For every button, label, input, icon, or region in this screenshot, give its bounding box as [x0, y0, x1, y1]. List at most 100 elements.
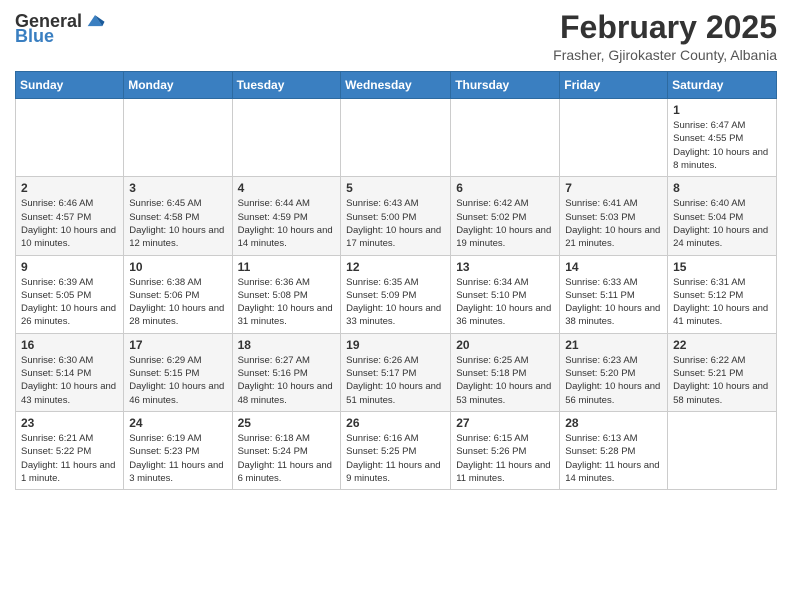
- weekday-header-tuesday: Tuesday: [232, 72, 341, 99]
- day-number: 3: [129, 181, 226, 195]
- day-number: 24: [129, 416, 226, 430]
- day-number: 17: [129, 338, 226, 352]
- day-info: Sunrise: 6:39 AM Sunset: 5:05 PM Dayligh…: [21, 276, 118, 329]
- day-number: 8: [673, 181, 771, 195]
- day-number: 4: [238, 181, 336, 195]
- day-info: Sunrise: 6:46 AM Sunset: 4:57 PM Dayligh…: [21, 197, 118, 250]
- day-info: Sunrise: 6:35 AM Sunset: 5:09 PM Dayligh…: [346, 276, 445, 329]
- day-info: Sunrise: 6:16 AM Sunset: 5:25 PM Dayligh…: [346, 432, 445, 485]
- calendar-cell: [668, 411, 777, 489]
- day-info: Sunrise: 6:31 AM Sunset: 5:12 PM Dayligh…: [673, 276, 771, 329]
- calendar-cell: [124, 99, 232, 177]
- weekday-header-sunday: Sunday: [16, 72, 124, 99]
- day-number: 26: [346, 416, 445, 430]
- calendar-week-row: 16Sunrise: 6:30 AM Sunset: 5:14 PM Dayli…: [16, 333, 777, 411]
- day-info: Sunrise: 6:42 AM Sunset: 5:02 PM Dayligh…: [456, 197, 554, 250]
- calendar-cell: 27 Sunrise: 6:15 AM Sunset: 5:26 PM Dayli…: [451, 411, 560, 489]
- calendar-cell: [560, 99, 668, 177]
- calendar-week-row: 1Sunrise: 6:47 AM Sunset: 4:55 PM Daylig…: [16, 99, 777, 177]
- calendar-cell: 22Sunrise: 6:22 AM Sunset: 5:21 PM Dayli…: [668, 333, 777, 411]
- calendar-cell: 7 Sunrise: 6:41 AM Sunset: 5:03 PM Daylig…: [560, 177, 668, 255]
- weekday-header-row: SundayMondayTuesdayWednesdayThursdayFrid…: [16, 72, 777, 99]
- calendar-cell: 3Sunrise: 6:45 AM Sunset: 4:58 PM Daylig…: [124, 177, 232, 255]
- calendar-cell: 16Sunrise: 6:30 AM Sunset: 5:14 PM Dayli…: [16, 333, 124, 411]
- day-info: Sunrise: 6:34 AM Sunset: 5:10 PM Dayligh…: [456, 276, 554, 329]
- day-info: Sunrise: 6:23 AM Sunset: 5:20 PM Dayligh…: [565, 354, 662, 407]
- calendar-cell: 24 Sunrise: 6:19 AM Sunset: 5:23 PM Dayli…: [124, 411, 232, 489]
- day-number: 15: [673, 260, 771, 274]
- weekday-header-thursday: Thursday: [451, 72, 560, 99]
- day-info: Sunrise: 6:27 AM Sunset: 5:16 PM Dayligh…: [238, 354, 336, 407]
- day-number: 19: [346, 338, 445, 352]
- calendar-table: SundayMondayTuesdayWednesdayThursdayFrid…: [15, 71, 777, 490]
- page-header: General Blue February 2025 Frasher, Gjir…: [15, 10, 777, 63]
- day-info: Sunrise: 6:25 AM Sunset: 5:18 PM Dayligh…: [456, 354, 554, 407]
- day-number: 27: [456, 416, 554, 430]
- title-block: February 2025 Frasher, Gjirokaster Count…: [553, 10, 777, 63]
- calendar-cell: 12Sunrise: 6:35 AM Sunset: 5:09 PM Dayli…: [341, 255, 451, 333]
- calendar-cell: [16, 99, 124, 177]
- day-number: 5: [346, 181, 445, 195]
- weekday-header-saturday: Saturday: [668, 72, 777, 99]
- day-number: 6: [456, 181, 554, 195]
- calendar-cell: 25 Sunrise: 6:18 AM Sunset: 5:24 PM Dayli…: [232, 411, 341, 489]
- calendar-week-row: 2 Sunrise: 6:46 AM Sunset: 4:57 PM Daylig…: [16, 177, 777, 255]
- day-number: 21: [565, 338, 662, 352]
- calendar-week-row: 9 Sunrise: 6:39 AM Sunset: 5:05 PM Daylig…: [16, 255, 777, 333]
- day-number: 13: [456, 260, 554, 274]
- day-number: 9: [21, 260, 118, 274]
- calendar-cell: 21 Sunrise: 6:23 AM Sunset: 5:20 PM Dayli…: [560, 333, 668, 411]
- day-number: 18: [238, 338, 336, 352]
- day-number: 16: [21, 338, 118, 352]
- calendar-cell: 9 Sunrise: 6:39 AM Sunset: 5:05 PM Daylig…: [16, 255, 124, 333]
- calendar-cell: 5 Sunrise: 6:43 AM Sunset: 5:00 PM Daylig…: [341, 177, 451, 255]
- calendar-cell: 18 Sunrise: 6:27 AM Sunset: 5:16 PM Dayli…: [232, 333, 341, 411]
- day-number: 25: [238, 416, 336, 430]
- logo-icon: [84, 10, 106, 32]
- day-info: Sunrise: 6:21 AM Sunset: 5:22 PM Dayligh…: [21, 432, 118, 485]
- location-title: Frasher, Gjirokaster County, Albania: [553, 47, 777, 63]
- calendar-cell: 13 Sunrise: 6:34 AM Sunset: 5:10 PM Dayli…: [451, 255, 560, 333]
- calendar-week-row: 23 Sunrise: 6:21 AM Sunset: 5:22 PM Dayli…: [16, 411, 777, 489]
- day-number: 14: [565, 260, 662, 274]
- calendar-cell: 6 Sunrise: 6:42 AM Sunset: 5:02 PM Daylig…: [451, 177, 560, 255]
- logo-blue: Blue: [15, 26, 54, 47]
- calendar-cell: 4 Sunrise: 6:44 AM Sunset: 4:59 PM Daylig…: [232, 177, 341, 255]
- calendar-cell: 11Sunrise: 6:36 AM Sunset: 5:08 PM Dayli…: [232, 255, 341, 333]
- day-info: Sunrise: 6:13 AM Sunset: 5:28 PM Dayligh…: [565, 432, 662, 485]
- day-number: 22: [673, 338, 771, 352]
- month-title: February 2025: [553, 10, 777, 45]
- calendar-cell: 8 Sunrise: 6:40 AM Sunset: 5:04 PM Daylig…: [668, 177, 777, 255]
- calendar-cell: 19Sunrise: 6:26 AM Sunset: 5:17 PM Dayli…: [341, 333, 451, 411]
- day-number: 23: [21, 416, 118, 430]
- calendar-cell: [451, 99, 560, 177]
- calendar-cell: 28 Sunrise: 6:13 AM Sunset: 5:28 PM Dayli…: [560, 411, 668, 489]
- day-info: Sunrise: 6:43 AM Sunset: 5:00 PM Dayligh…: [346, 197, 445, 250]
- day-info: Sunrise: 6:38 AM Sunset: 5:06 PM Dayligh…: [129, 276, 226, 329]
- day-info: Sunrise: 6:47 AM Sunset: 4:55 PM Dayligh…: [673, 119, 771, 172]
- weekday-header-monday: Monday: [124, 72, 232, 99]
- day-info: Sunrise: 6:41 AM Sunset: 5:03 PM Dayligh…: [565, 197, 662, 250]
- calendar-cell: 15 Sunrise: 6:31 AM Sunset: 5:12 PM Dayli…: [668, 255, 777, 333]
- day-number: 10: [129, 260, 226, 274]
- calendar-cell: 2 Sunrise: 6:46 AM Sunset: 4:57 PM Daylig…: [16, 177, 124, 255]
- day-info: Sunrise: 6:44 AM Sunset: 4:59 PM Dayligh…: [238, 197, 336, 250]
- day-number: 2: [21, 181, 118, 195]
- day-info: Sunrise: 6:15 AM Sunset: 5:26 PM Dayligh…: [456, 432, 554, 485]
- day-number: 7: [565, 181, 662, 195]
- weekday-header-friday: Friday: [560, 72, 668, 99]
- day-info: Sunrise: 6:29 AM Sunset: 5:15 PM Dayligh…: [129, 354, 226, 407]
- weekday-header-wednesday: Wednesday: [341, 72, 451, 99]
- calendar-cell: 10 Sunrise: 6:38 AM Sunset: 5:06 PM Dayli…: [124, 255, 232, 333]
- day-info: Sunrise: 6:19 AM Sunset: 5:23 PM Dayligh…: [129, 432, 226, 485]
- day-info: Sunrise: 6:18 AM Sunset: 5:24 PM Dayligh…: [238, 432, 336, 485]
- calendar-cell: 26 Sunrise: 6:16 AM Sunset: 5:25 PM Dayli…: [341, 411, 451, 489]
- calendar-cell: 20 Sunrise: 6:25 AM Sunset: 5:18 PM Dayli…: [451, 333, 560, 411]
- day-info: Sunrise: 6:40 AM Sunset: 5:04 PM Dayligh…: [673, 197, 771, 250]
- calendar-cell: [232, 99, 341, 177]
- day-number: 11: [238, 260, 336, 274]
- day-number: 28: [565, 416, 662, 430]
- day-number: 20: [456, 338, 554, 352]
- calendar-cell: 23 Sunrise: 6:21 AM Sunset: 5:22 PM Dayli…: [16, 411, 124, 489]
- logo: General Blue: [15, 10, 106, 47]
